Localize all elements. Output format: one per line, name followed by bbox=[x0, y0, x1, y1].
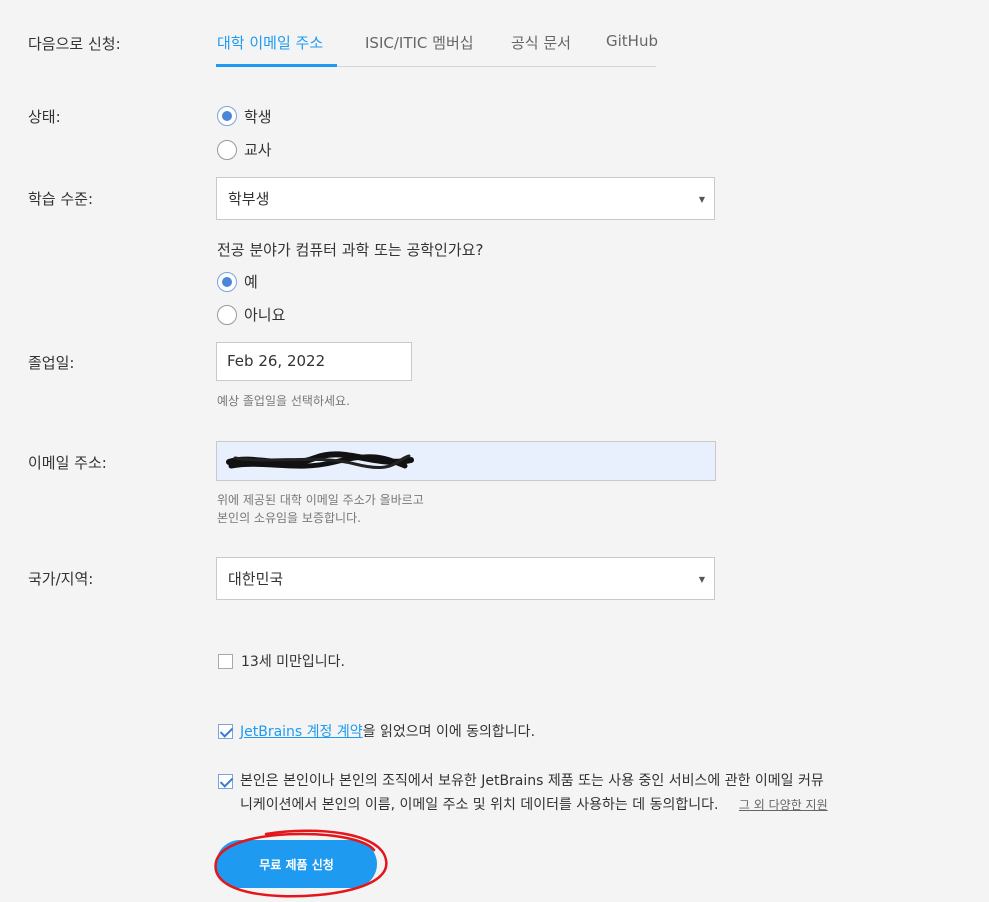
email-label: 이메일 주소: bbox=[28, 454, 107, 472]
status-label: 상태: bbox=[28, 108, 61, 126]
under13-checkbox[interactable] bbox=[218, 654, 233, 669]
agreement-text: JetBrains 계정 계약을 읽었으며 이에 동의합니다. bbox=[240, 721, 535, 741]
graduation-label: 졸업일: bbox=[28, 354, 75, 372]
marketing-checkbox[interactable] bbox=[218, 774, 233, 789]
status-teacher-label: 교사 bbox=[244, 141, 272, 159]
graduation-date-value: Feb 26, 2022 bbox=[227, 352, 326, 370]
status-teacher-radio[interactable] bbox=[217, 140, 237, 160]
email-hint-1: 위에 제공된 대학 이메일 주소가 올바르고 bbox=[217, 493, 424, 507]
country-value: 대한민국 bbox=[228, 570, 284, 588]
country-select[interactable]: 대한민국 ▼ bbox=[216, 557, 715, 600]
major-no-radio[interactable] bbox=[217, 305, 237, 325]
email-input[interactable] bbox=[216, 441, 716, 481]
under13-label: 13세 미만입니다. bbox=[241, 654, 345, 670]
country-label: 국가/지역: bbox=[28, 570, 94, 588]
marketing-line1: 본인은 본인이나 본인의 조직에서 보유한 JetBrains 제품 또는 사용… bbox=[240, 773, 824, 789]
graduation-date-input[interactable]: Feb 26, 2022 bbox=[216, 342, 412, 381]
graduation-hint: 예상 졸업일을 선택하세요. bbox=[217, 394, 350, 408]
major-question: 전공 분야가 컴퓨터 과학 또는 공학인가요? bbox=[217, 241, 484, 259]
chevron-down-icon: ▼ bbox=[698, 195, 705, 204]
study-level-label: 학습 수준: bbox=[28, 190, 94, 208]
tab-university-email[interactable]: 대학 이메일 주소 bbox=[217, 32, 323, 53]
major-no-label: 아니요 bbox=[244, 306, 286, 324]
tab-isic-membership[interactable]: ISIC/ITIC 멤버십 bbox=[365, 32, 474, 53]
more-support-link[interactable]: 그 외 다양한 지원 bbox=[739, 798, 828, 812]
agreement-rest-text: 을 읽었으며 이에 동의합니다. bbox=[362, 724, 536, 740]
apply-free-products-button[interactable]: 무료 제품 신청 bbox=[216, 840, 377, 888]
major-yes-label: 예 bbox=[244, 273, 258, 291]
marketing-line2-text: 니케이션에서 본인의 이름, 이메일 주소 및 위치 데이터를 사용하는 데 동… bbox=[240, 797, 719, 813]
marketing-line2: 니케이션에서 본인의 이름, 이메일 주소 및 위치 데이터를 사용하는 데 동… bbox=[240, 794, 828, 814]
chevron-down-icon: ▼ bbox=[698, 575, 705, 584]
agreement-checkbox[interactable] bbox=[218, 724, 233, 739]
redacted-scribble bbox=[226, 451, 414, 469]
study-level-value: 학부생 bbox=[228, 190, 270, 208]
status-student-radio[interactable] bbox=[217, 106, 237, 126]
study-level-select[interactable]: 학부생 ▼ bbox=[216, 177, 715, 220]
account-agreement-link[interactable]: JetBrains 계정 계약 bbox=[240, 724, 363, 740]
active-tab-indicator bbox=[216, 64, 337, 67]
tab-official-document[interactable]: 공식 문서 bbox=[511, 32, 571, 53]
apply-with-label: 다음으로 신청: bbox=[28, 35, 121, 53]
status-student-label: 학생 bbox=[244, 108, 272, 126]
email-hint-2: 본인의 소유임을 보증합니다. bbox=[217, 511, 361, 525]
tab-github[interactable]: GitHub bbox=[606, 32, 658, 50]
major-yes-radio[interactable] bbox=[217, 272, 237, 292]
